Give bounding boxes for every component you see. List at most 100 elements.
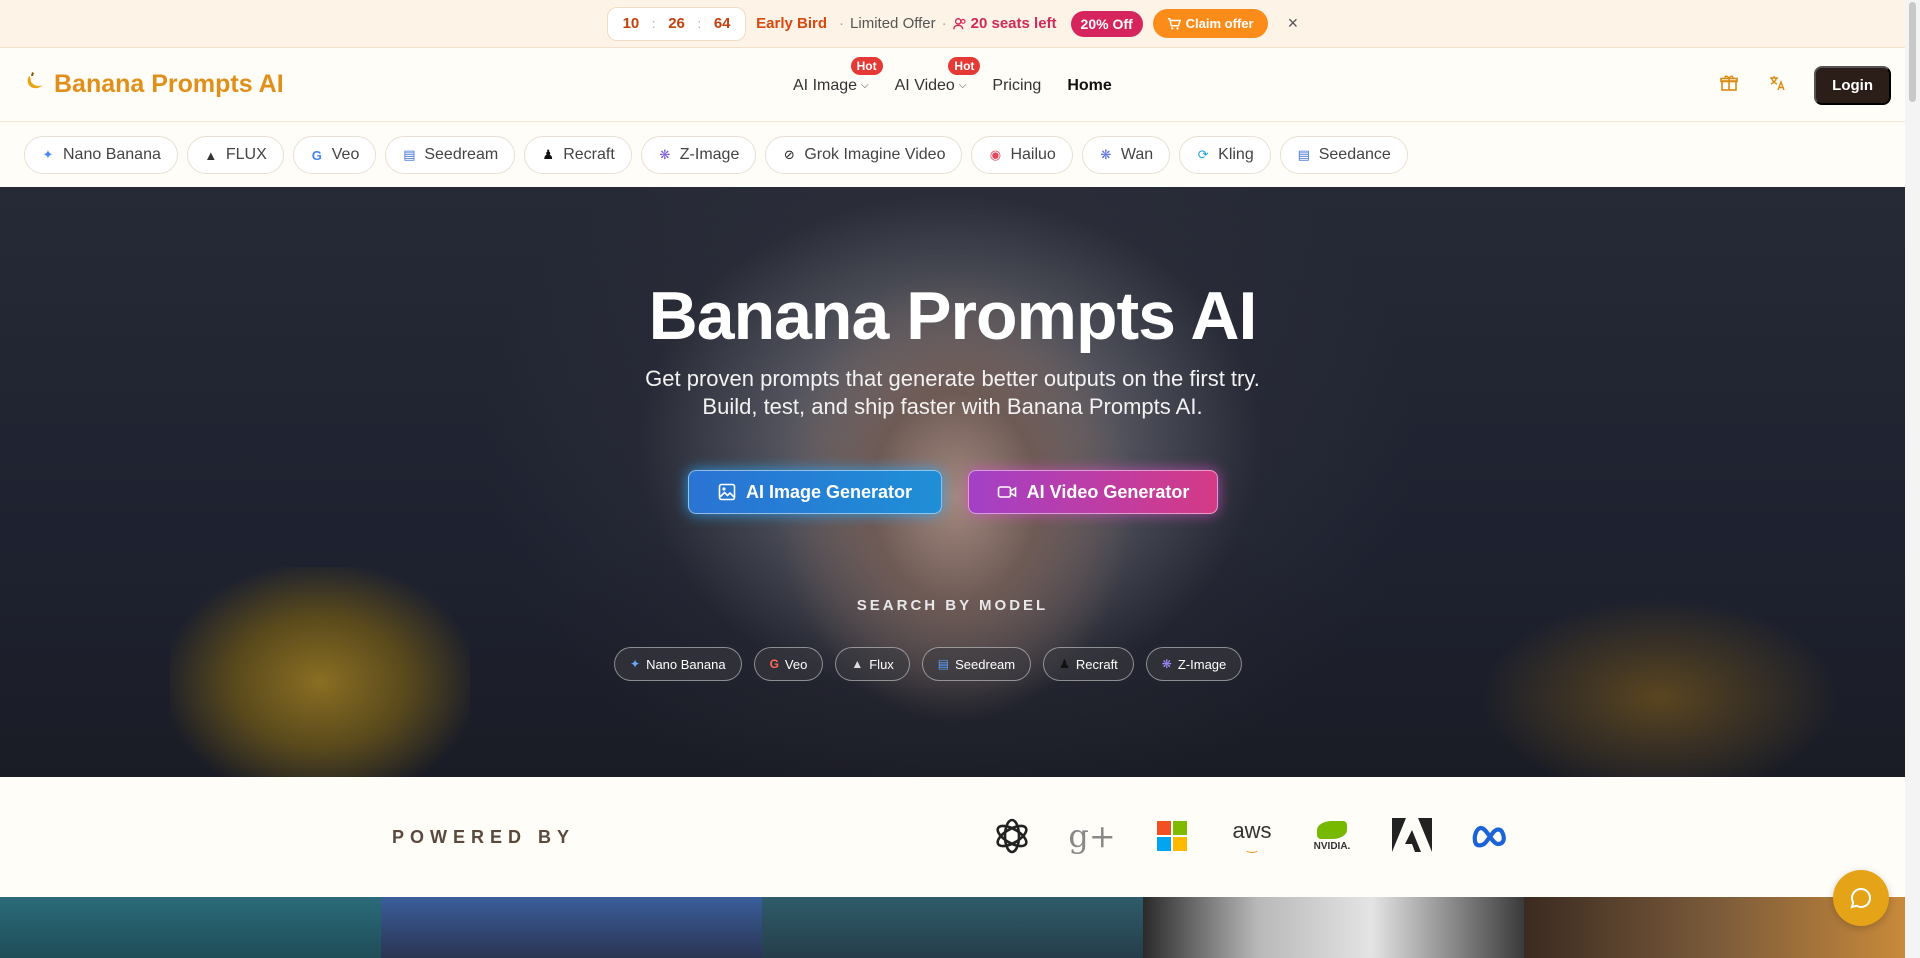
claim-offer-label: Claim offer xyxy=(1185,16,1254,31)
aws-smile-icon: ‿ xyxy=(1247,839,1257,853)
timer-minutes: 26 xyxy=(668,15,685,32)
chip-label: Nano Banana xyxy=(63,146,161,163)
brand-logo[interactable]: Banana Prompts AI xyxy=(24,69,284,100)
gift-icon[interactable] xyxy=(1718,74,1740,97)
adobe-logo xyxy=(1390,814,1434,858)
search-chip-recraft[interactable]: ♟ Recraft xyxy=(1043,647,1134,681)
zimage-icon: ❋ xyxy=(1161,657,1172,671)
chip-label: Kling xyxy=(1218,146,1254,163)
brand-logos: g+ aws ‿ NVIDIA. xyxy=(990,814,1514,858)
chip-label: Seedance xyxy=(1318,146,1391,163)
claim-offer-button[interactable]: Claim offer xyxy=(1152,9,1268,38)
chip-label: Recraft xyxy=(563,146,615,163)
chip-seedream[interactable]: ▤ Seedream xyxy=(385,136,516,174)
aws-logo: aws ‿ xyxy=(1230,814,1274,858)
chip-label: Hailuo xyxy=(1010,146,1056,163)
chip-label: FLUX xyxy=(225,146,267,163)
chip-recraft[interactable]: ♟ Recraft xyxy=(524,136,632,174)
early-bird-text: Early Bird xyxy=(756,15,828,32)
close-icon[interactable]: × xyxy=(1288,13,1299,34)
search-chip-seedream[interactable]: ▤ Seedream xyxy=(921,647,1032,681)
zimage-icon: ❋ xyxy=(659,147,671,162)
gallery-image[interactable] xyxy=(762,897,1143,958)
gallery-image[interactable] xyxy=(381,897,762,958)
main-nav: AI Image ⌵ Hot AI Video ⌵ Hot Pricing Ho… xyxy=(793,49,1112,122)
nav-ai-image[interactable]: AI Image ⌵ Hot xyxy=(793,56,883,95)
chevron-down-icon: ⌵ xyxy=(861,80,869,91)
chip-nano-banana[interactable]: ✦ Nano Banana xyxy=(24,136,178,174)
ai-video-generator-button[interactable]: AI Video Generator xyxy=(968,470,1218,514)
chip-label: Wan xyxy=(1120,146,1154,163)
language-icon[interactable] xyxy=(1766,74,1788,97)
chevron-down-icon: ⌵ xyxy=(958,80,967,91)
gallery-strip xyxy=(0,897,1905,958)
search-chip-label: Recraft xyxy=(1075,656,1118,672)
chip-veo[interactable]: G Veo xyxy=(292,136,377,174)
countdown-timer: 10 : 26 : 64 xyxy=(606,6,747,41)
chip-hailuo[interactable]: ◉ Hailuo xyxy=(971,136,1073,174)
chip-label: Seedream xyxy=(424,146,499,163)
timer-sep: : xyxy=(697,16,702,31)
login-button[interactable]: Login xyxy=(1814,66,1891,105)
flux-icon: ▲ xyxy=(851,657,864,671)
nvidia-logo: NVIDIA. xyxy=(1310,814,1354,858)
chip-wan[interactable]: ❋ Wan xyxy=(1081,136,1171,174)
search-chip-z-image[interactable]: ❋ Z-Image xyxy=(1145,647,1243,681)
openai-logo xyxy=(990,814,1034,858)
search-chip-veo[interactable]: G Veo xyxy=(753,647,824,681)
search-chip-flux[interactable]: ▲ Flux xyxy=(835,647,910,681)
search-chip-label: Z-Image xyxy=(1177,656,1227,672)
hailuo-icon: ◉ xyxy=(989,147,1002,162)
hot-badge: Hot xyxy=(948,56,981,75)
grok-icon: ⊘ xyxy=(783,147,795,162)
search-chip-label: Seedream xyxy=(955,656,1016,672)
scrollbar-thumb[interactable] xyxy=(1909,2,1916,102)
bars-icon: ▤ xyxy=(1297,147,1310,162)
hero-buttons: AI Image Generator AI Video Generator xyxy=(688,470,1218,514)
page-scrollbar[interactable] xyxy=(1905,0,1920,958)
timer-seconds: 64 xyxy=(713,15,731,32)
users-icon xyxy=(952,17,966,29)
recraft-icon: ♟ xyxy=(542,147,555,162)
meta-logo xyxy=(1470,814,1514,858)
site-header: Banana Prompts AI AI Image ⌵ Hot AI Vide… xyxy=(0,49,1905,122)
nav-ai-image-label: AI Image xyxy=(793,76,858,94)
chip-seedance[interactable]: ▤ Seedance xyxy=(1279,136,1408,174)
powered-by-section: POWERED BY g+ aws ‿ NVIDIA. xyxy=(0,777,1905,897)
chip-grok-imagine-video[interactable]: ⊘ Grok Imagine Video xyxy=(765,136,963,174)
flux-icon: ▲ xyxy=(204,147,218,163)
nav-home[interactable]: Home xyxy=(1067,77,1111,95)
image-icon xyxy=(718,483,736,501)
header-actions: Login xyxy=(1718,66,1891,105)
bars-icon: ▤ xyxy=(937,657,950,671)
chat-bubble-icon xyxy=(1850,887,1871,909)
kling-icon: ⟳ xyxy=(1197,147,1209,162)
chip-z-image[interactable]: ❋ Z-Image xyxy=(640,136,757,174)
gallery-image[interactable] xyxy=(0,897,381,958)
hero-title: Banana Prompts AI xyxy=(648,278,1258,354)
video-camera-icon xyxy=(997,486,1016,498)
discount-badge: 20% Off xyxy=(1070,10,1143,37)
ai-image-generator-button[interactable]: AI Image Generator xyxy=(688,470,942,514)
nav-ai-video[interactable]: AI Video ⌵ Hot xyxy=(894,56,981,95)
ai-video-generator-label: AI Video Generator xyxy=(1026,481,1190,502)
chip-flux[interactable]: ▲ FLUX xyxy=(186,136,284,174)
timer-hours: 10 xyxy=(622,15,640,32)
model-chips-row: ✦ Nano Banana ▲ FLUX G Veo ▤ Seedream ♟ Recra… xyxy=(24,136,1408,174)
promo-bar: 10 : 26 : 64 Early Bird · Limited Offer … xyxy=(0,0,1905,48)
cart-icon xyxy=(1167,17,1181,30)
chip-kling[interactable]: ⟳ Kling xyxy=(1179,136,1271,174)
seats-left: 20 seats left xyxy=(952,15,1057,32)
sparkle-icon: ✦ xyxy=(630,657,641,671)
nav-pricing[interactable]: Pricing xyxy=(992,77,1041,95)
chat-button[interactable] xyxy=(1833,870,1889,926)
hero-subtitle: Get proven prompts that generate better … xyxy=(0,365,1905,421)
limited-offer-text: Limited Offer xyxy=(850,15,936,32)
search-chip-nano-banana[interactable]: ✦ Nano Banana xyxy=(614,647,742,681)
nav-ai-video-label: AI Video xyxy=(894,76,955,94)
recraft-icon: ♟ xyxy=(1059,657,1070,671)
gallery-image[interactable] xyxy=(1143,897,1524,958)
sparkle-icon: ✦ xyxy=(42,147,54,162)
bars-icon: ▤ xyxy=(403,147,416,162)
google-icon: G xyxy=(769,657,779,671)
